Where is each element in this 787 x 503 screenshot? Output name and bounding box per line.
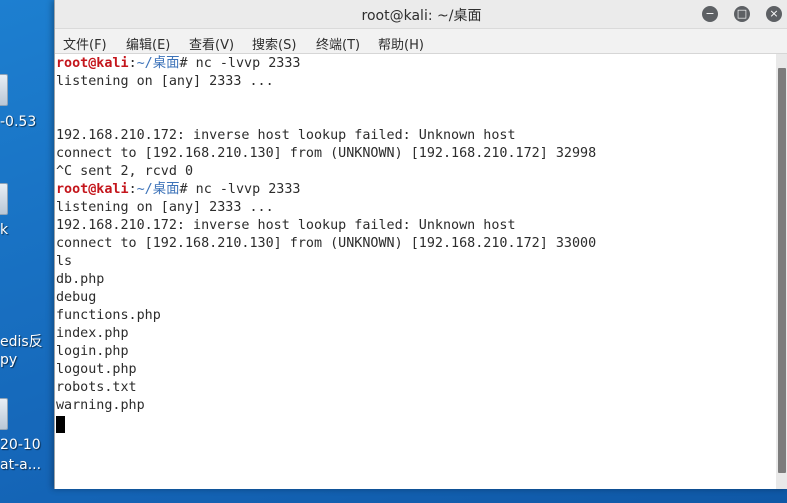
desktop-icon-label: 20-10 [0,437,41,453]
file-entry: debug [56,290,97,305]
prompt-command: # nc -lvvp 2333 [179,56,301,71]
minimize-icon: − [705,7,715,20]
prompt-user: root@kali [56,182,129,197]
output-line: 192.168.210.172: inverse host lookup fai… [56,128,516,143]
menu-search[interactable]: 搜索(S) [252,34,296,53]
prompt-line: root@kali:~/桌面# nc -lvvp 2333 [56,181,300,199]
prompt-user: root@kali [56,56,129,71]
output-line: listening on [any] 2333 ... [56,200,274,215]
desktop-icon-label: py [0,352,18,368]
menu-edit[interactable]: 编辑(E) [126,34,170,53]
file-icon [0,74,8,106]
file-icon [0,398,8,430]
output-line: connect to [192.168.210.130] from (UNKNO… [56,146,597,161]
minimize-button[interactable]: − [702,6,718,22]
menu-help[interactable]: 帮助(H) [378,34,424,53]
vertical-scrollbar[interactable] [776,54,787,489]
desktop-icon-label: k [0,222,9,238]
file-entry: warning.php [56,398,145,413]
prompt-colon: : [128,56,137,71]
maximize-button[interactable]: □ [734,6,750,22]
close-icon: × [769,7,779,20]
output-line: ^C sent 2, rcvd 0 [56,164,194,179]
text-cursor [56,416,65,433]
window-title: root@kali: ~/桌面 [361,8,482,24]
output-line: connect to [192.168.210.130] from (UNKNO… [56,236,597,251]
menu-bar: 文件(F) 编辑(E) 查看(V) 搜索(S) 终端(T) 帮助(H) [55,29,787,54]
prompt-path: ~/桌面 [136,182,180,197]
prompt-line: root@kali:~/桌面# nc -lvvp 2333 [56,55,300,73]
menu-terminal[interactable]: 终端(T) [316,34,360,53]
file-entry: logout.php [56,362,137,377]
file-entry: login.php [56,344,129,359]
terminal-output[interactable]: root@kali:~/桌面# nc -lvvp 2333 listening … [55,54,776,489]
close-button[interactable]: × [766,6,782,22]
output-line: ls [56,254,73,269]
output-line: 192.168.210.172: inverse host lookup fai… [56,218,516,233]
file-entry: functions.php [56,308,161,323]
menu-view[interactable]: 查看(V) [189,34,234,53]
desktop-icon-label: at-a... [0,457,42,473]
file-entry: robots.txt [56,380,137,395]
file-entry: index.php [56,326,129,341]
file-icon [0,183,8,215]
menu-file[interactable]: 文件(F) [63,34,107,53]
desktop-icon-label: -0.53 [0,114,37,130]
desktop-icon-label: edis反 [0,334,43,350]
prompt-path: ~/桌面 [136,56,180,71]
prompt-colon: : [128,182,137,197]
output-line: listening on [any] 2333 ... [56,74,274,89]
prompt-command: # nc -lvvp 2333 [179,182,301,197]
scrollbar-thumb[interactable] [778,68,786,473]
file-entry: db.php [56,272,105,287]
maximize-icon: □ [736,7,748,20]
title-bar[interactable]: root@kali: ~/桌面 − □ × [55,0,787,29]
